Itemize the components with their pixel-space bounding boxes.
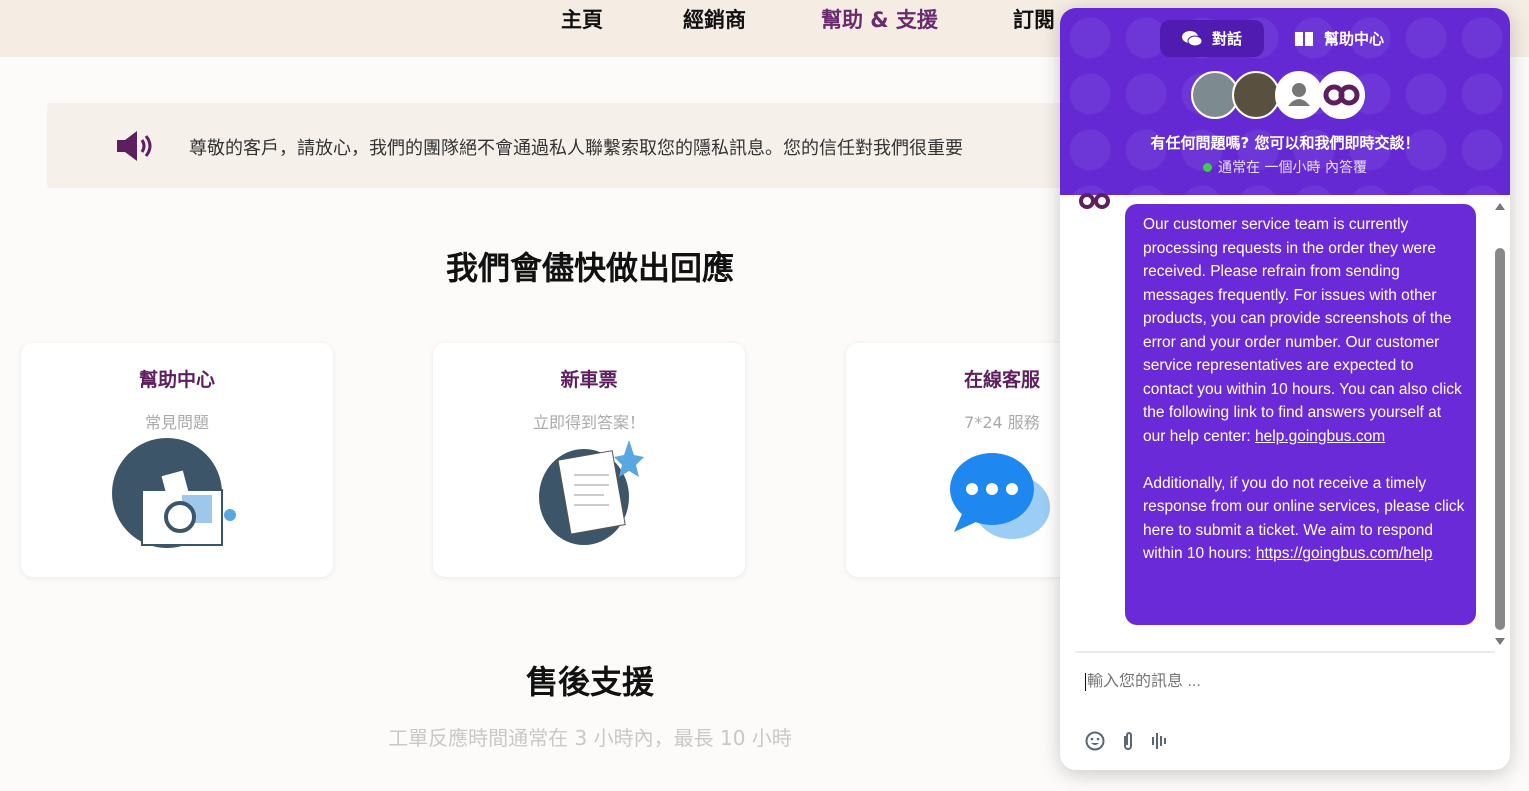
ticket-form-illustration — [539, 440, 644, 545]
tab-conversation[interactable]: 對話 — [1160, 20, 1265, 57]
scroll-down-icon[interactable] — [1494, 637, 1506, 647]
voice-message-icon[interactable] — [1151, 731, 1169, 751]
status-text: 通常在 一個小時 內答覆 — [1218, 160, 1367, 176]
chat-widget: 對話 幫助中心 有任何問題嗎? 您可以和我們即時交談！ 通常在 一個小時 內答覆… — [1060, 8, 1510, 770]
tab-label: 幫助中心 — [1324, 30, 1385, 48]
nav-dealers[interactable]: 經銷商 — [683, 4, 746, 34]
message-text: Our customer service team is currently p… — [1143, 216, 1462, 445]
brand-avatar — [1317, 71, 1365, 119]
card-new-ticket[interactable]: 新車票 立即得到答案！ — [433, 343, 745, 577]
scroll-up-icon[interactable] — [1494, 201, 1506, 211]
chat-scrollbar[interactable] — [1495, 248, 1505, 630]
book-icon — [1295, 31, 1313, 46]
go-logo-icon — [1323, 84, 1360, 106]
notice-text: 尊敬的客戶，請放心，我們的團隊絕不會通過私人聯繫索取您的隱私訊息。您的信任對我們… — [189, 138, 963, 159]
nav-help-support[interactable]: 幫助 & 支援 — [821, 4, 938, 34]
tab-help-center[interactable]: 幫助中心 — [1272, 20, 1406, 57]
card-title: 幫助中心 — [138, 369, 215, 391]
card-subtitle: 立即得到答案！ — [532, 413, 645, 432]
agent-avatar — [1232, 71, 1280, 119]
help-center-link[interactable]: help.goingbus.com — [1255, 428, 1385, 445]
section-title-response: 我們會儘快做出回應 — [445, 249, 734, 287]
ticket-link[interactable]: https://goingbus.com/help — [1256, 545, 1433, 562]
attachment-icon[interactable] — [1121, 731, 1135, 751]
nav-subscribe[interactable]: 訂閱 — [1013, 4, 1055, 34]
emoji-icon[interactable] — [1085, 731, 1105, 751]
agent-message: Our customer service team is currently p… — [1125, 204, 1476, 625]
chat-icon — [1182, 30, 1202, 46]
card-title: 新車票 — [560, 369, 618, 391]
section-title-after-sales: 售後支援 — [525, 663, 654, 701]
chat-header: 對話 幫助中心 有任何問題嗎? 您可以和我們即時交談！ 通常在 一個小時 內答覆 — [1060, 8, 1510, 195]
privacy-notice-banner: 尊敬的客戶，請放心，我們的團隊絕不會通過私人聯繫索取您的隱私訊息。您的信任對我們… — [47, 103, 1087, 188]
go-logo-icon — [1079, 193, 1110, 209]
chat-bubbles-illustration — [950, 453, 1050, 539]
response-status: 通常在 一個小時 內答覆 — [1060, 157, 1510, 177]
tab-label: 對話 — [1212, 30, 1243, 48]
divider — [1075, 651, 1495, 653]
user-icon — [1288, 83, 1310, 106]
card-subtitle: 常見問題 — [144, 413, 209, 432]
section-subtitle: 工單反應時間通常在 3 小時內，最長 10 小時 — [388, 726, 792, 750]
message-input[interactable] — [1085, 673, 1475, 691]
card-help-center[interactable]: 幫助中心 常見問題 — [21, 343, 333, 577]
speaker-icon — [117, 131, 152, 161]
online-status-dot — [1203, 163, 1213, 172]
nav-home[interactable]: 主頁 — [561, 4, 603, 34]
document-search-illustration — [112, 438, 236, 548]
agent-avatar-placeholder — [1275, 71, 1323, 119]
chat-title: 有任何問題嗎? 您可以和我們即時交談！ — [1150, 134, 1420, 152]
